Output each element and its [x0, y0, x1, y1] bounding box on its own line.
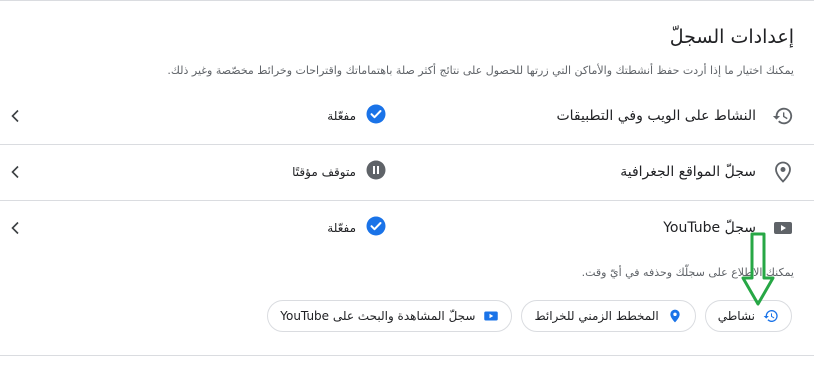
status-enabled: مفعّلة: [327, 216, 386, 240]
status-text: مفعّلة: [327, 220, 356, 235]
history-icon: [772, 105, 794, 127]
status-paused: متوقف مؤقتًا: [292, 160, 386, 184]
location-pin-icon: [772, 161, 794, 183]
top-divider: [0, 0, 814, 1]
pause-circle-icon: [366, 160, 386, 184]
chip-label: سجلّ المشاهدة والبحث على YouTube: [280, 309, 476, 323]
location-pin-icon: [667, 308, 683, 324]
setting-row-location-history[interactable]: سجلّ المواقع الجغرافية متوقف مؤقتًا: [0, 144, 814, 199]
chevron-left-icon[interactable]: [8, 109, 22, 123]
chip-label: نشاطي: [717, 309, 755, 323]
chip-label: المخطط الزمني للخرائط: [534, 309, 659, 323]
page-description: يمكنك اختيار ما إذا أردت حفظ أنشطتك والأ…: [167, 64, 794, 77]
maps-timeline-chip[interactable]: المخطط الزمني للخرائط: [521, 300, 696, 332]
page-title: إعدادات السجلّ: [669, 26, 794, 48]
youtube-history-chip[interactable]: سجلّ المشاهدة والبحث على YouTube: [267, 300, 513, 332]
status-enabled: مفعّلة: [327, 104, 386, 128]
green-arrow-annotation: [741, 232, 775, 306]
setting-row-label: سجلّ المواقع الجغرافية: [620, 163, 756, 180]
youtube-icon: [772, 217, 794, 239]
history-chips: نشاطي المخطط الزمني للخرائط سجلّ المشاهد…: [267, 300, 792, 332]
check-circle-icon: [366, 104, 386, 128]
chevron-left-icon[interactable]: [8, 165, 22, 179]
chevron-left-icon[interactable]: [8, 221, 22, 235]
status-text: متوقف مؤقتًا: [292, 164, 356, 179]
check-circle-icon: [366, 216, 386, 240]
youtube-icon: [483, 308, 499, 324]
history-icon: [763, 308, 779, 324]
setting-row-web-app-activity[interactable]: النشاط على الويب وفي التطبيقات مفعّلة: [0, 88, 814, 143]
status-text: مفعّلة: [327, 108, 356, 123]
bottom-divider: [0, 355, 814, 356]
setting-row-youtube-history[interactable]: سجلّ YouTube مفعّلة: [0, 200, 814, 255]
setting-row-label: النشاط على الويب وفي التطبيقات: [556, 107, 756, 124]
